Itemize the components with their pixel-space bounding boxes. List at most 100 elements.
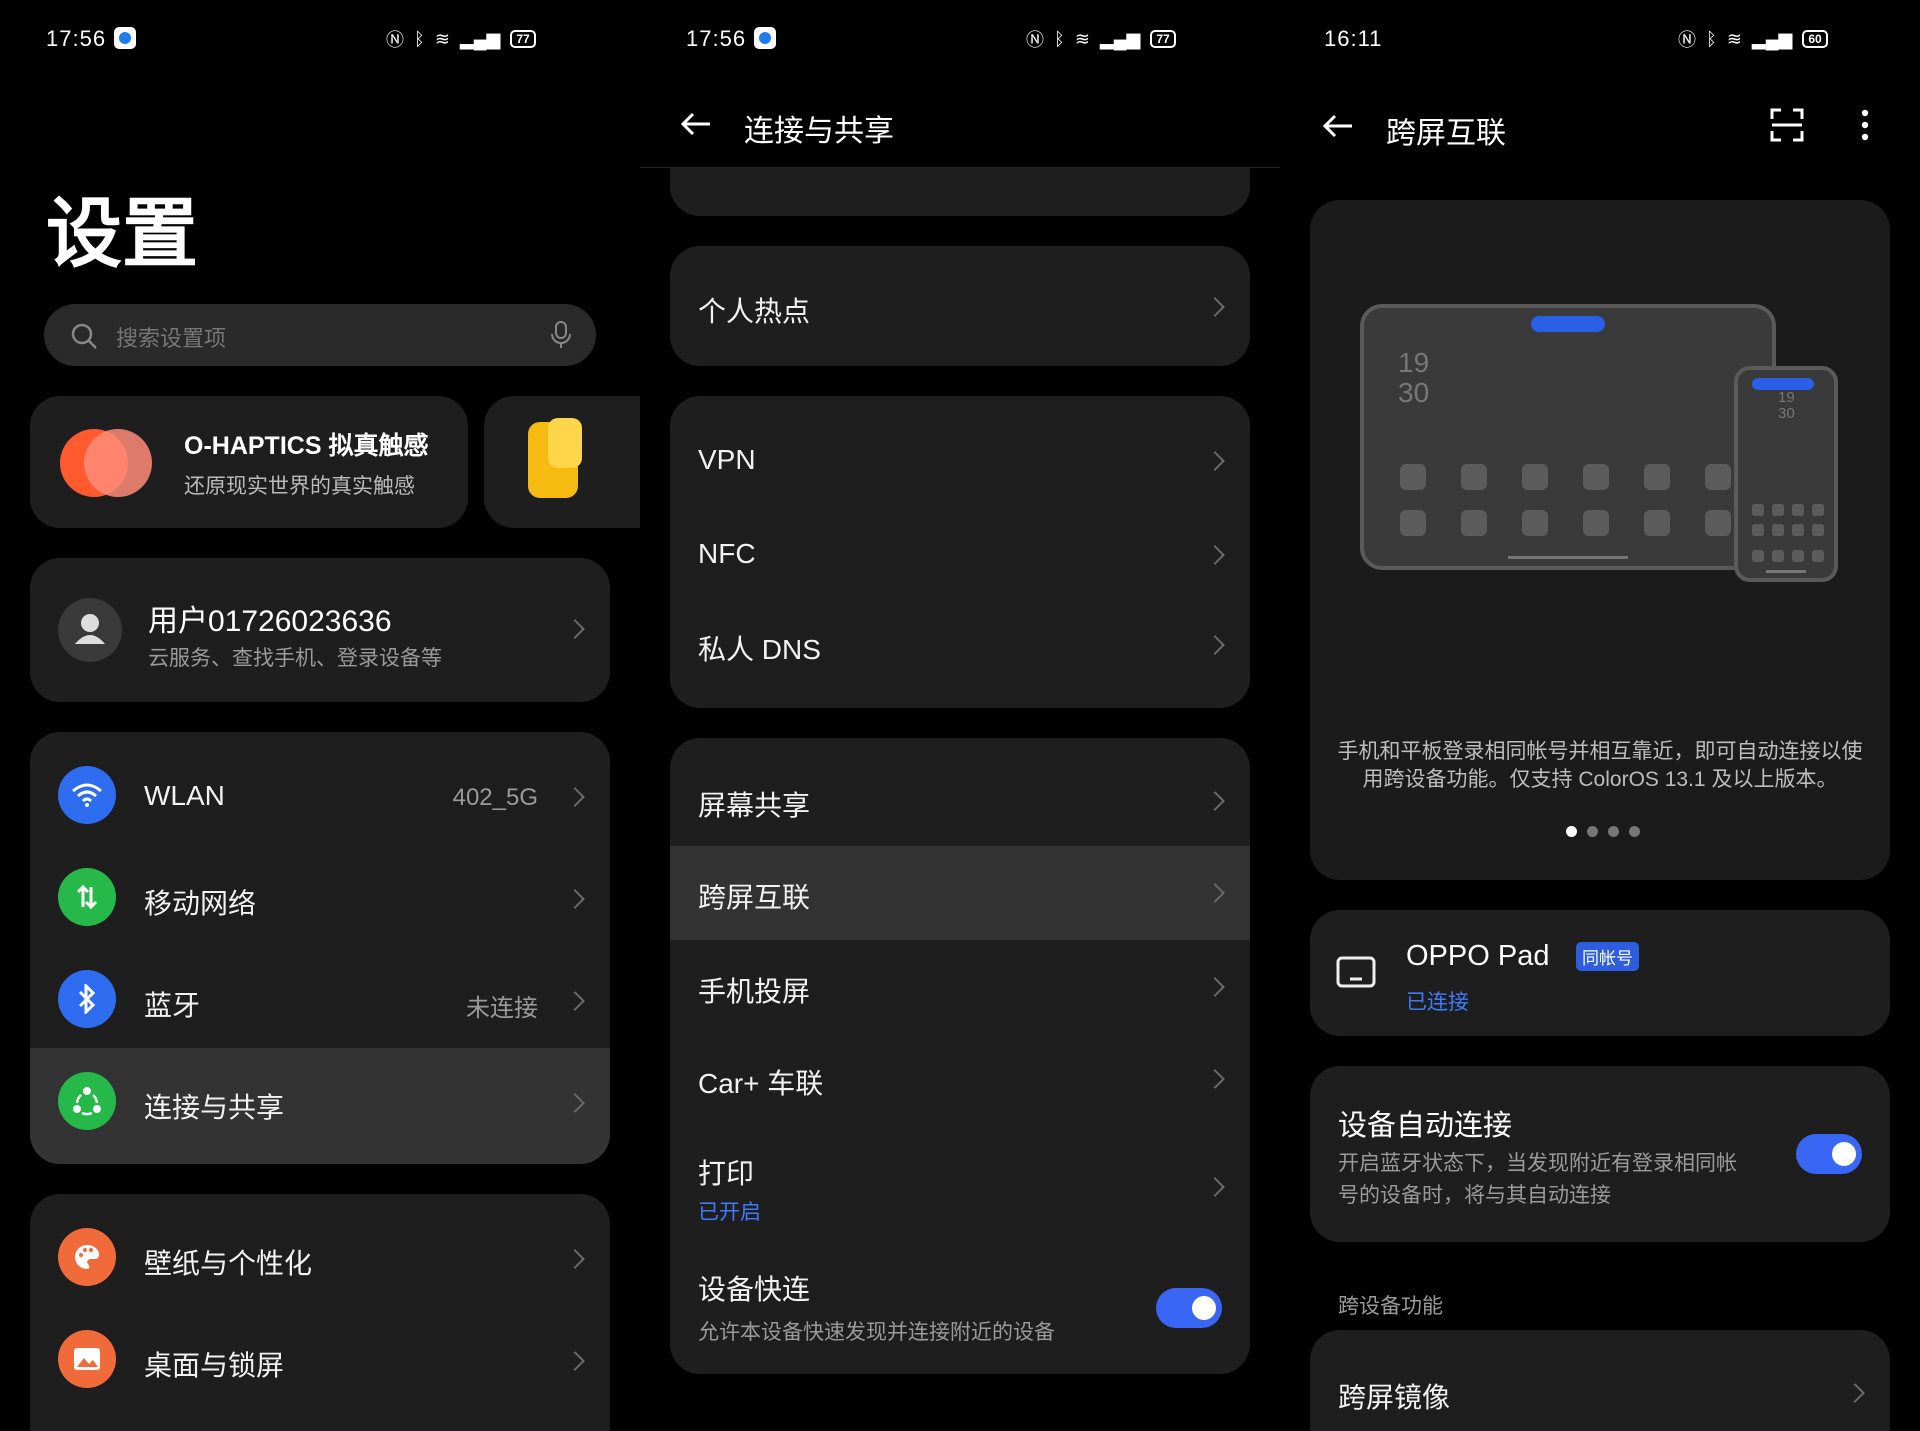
settings-item-wallpaper[interactable]: 壁纸与个性化 xyxy=(30,1194,610,1296)
settings-item-label: 蓝牙 xyxy=(144,990,201,1021)
tablet-icon xyxy=(1336,956,1376,988)
settings-item-label: 跨屏互联 xyxy=(698,882,811,913)
settings-item-connection-sharing[interactable]: 连接与共享 xyxy=(30,1048,610,1164)
page-title: 设置 xyxy=(46,192,198,277)
settings-item-cross-screen[interactable]: 跨屏互联 xyxy=(670,846,1250,940)
chevron-right-icon xyxy=(1205,545,1225,565)
chevron-right-icon xyxy=(565,889,585,909)
status-time: 17:56 xyxy=(686,26,747,51)
settings-item-screen-sharing[interactable]: 屏幕共享 xyxy=(670,738,1250,846)
chevron-right-icon xyxy=(1205,883,1225,903)
connection-sharing-panel: 17:56 Ⓝ ᛒ ≋ ▂▄▆ 77 连接与共享 个人热点 VPN NFC 私人… xyxy=(640,0,1280,1431)
account-card[interactable]: 用户01726023636 云服务、查找手机、登录设备等 xyxy=(30,558,610,702)
chevron-right-icon xyxy=(1205,297,1225,317)
chevron-right-icon xyxy=(1205,977,1225,997)
settings-item-bluetooth[interactable]: 蓝牙 未连接 xyxy=(30,936,610,1038)
chevron-right-icon xyxy=(1205,635,1225,655)
settings-item-quick-connect: 设备快连 允许本设备快速发现并连接附近的设备 xyxy=(670,1244,1250,1374)
signal-icon: ▂▄▆ xyxy=(459,28,501,49)
settings-item-phone-cast[interactable]: 手机投屏 xyxy=(670,940,1250,1034)
settings-item-label: 桌面与锁屏 xyxy=(144,1350,285,1381)
settings-item-screen-mirror[interactable]: 跨屏镜像 xyxy=(1310,1330,1890,1430)
nfc-icon: Ⓝ xyxy=(386,30,404,50)
picture-icon xyxy=(58,1330,116,1388)
quick-connect-toggle[interactable] xyxy=(1156,1288,1222,1328)
status-bar: 17:56 Ⓝ ᛒ ≋ ▂▄▆ 77 xyxy=(640,22,1280,56)
connected-device-card[interactable]: OPPO Pad 同帐号 已连接 xyxy=(1310,910,1890,1036)
battery-icon: 77 xyxy=(510,30,536,48)
settings-panel: 17:56 Ⓝ ᛒ ≋ ▂▄▆ 77 设置 搜索设置项 O-HAPTICS 拟真… xyxy=(0,0,640,1431)
chevron-right-icon xyxy=(565,1093,585,1113)
top-app-bar: 连接与共享 xyxy=(640,80,1280,168)
print-status: 已开启 xyxy=(698,1201,761,1224)
more-options-icon[interactable] xyxy=(1860,108,1870,142)
settings-item-vpn[interactable]: VPN xyxy=(670,396,1250,500)
share-icon xyxy=(58,1072,116,1130)
settings-item-hotspot[interactable]: 个人热点 xyxy=(670,246,1250,366)
network-card: VPN NFC 私人 DNS xyxy=(670,396,1250,708)
device-name: OPPO Pad xyxy=(1406,940,1550,972)
promo-subtitle: 还原现实世界的真实触感 xyxy=(184,475,415,498)
settings-item-print[interactable]: 打印 已开启 xyxy=(670,1128,1250,1244)
settings-item-wlan[interactable]: WLAN 402_5G xyxy=(30,732,610,834)
settings-item-desktop-lockscreen[interactable]: 桌面与锁屏 xyxy=(30,1296,610,1398)
cross-device-features-card: 跨屏镜像 xyxy=(1310,1330,1890,1431)
chevron-right-icon xyxy=(565,991,585,1011)
pager-dot xyxy=(1629,826,1640,837)
settings-item-label: Car+ 车联 xyxy=(698,1068,824,1099)
chevron-right-icon xyxy=(1205,451,1225,471)
page-title: 跨屏互联 xyxy=(1386,117,1506,150)
promo-card-2[interactable] xyxy=(484,396,640,528)
avatar xyxy=(58,598,122,662)
intro-carousel-card[interactable]: 19 30 19 30 手机和平板登录相同帐号并相互靠近，即可自动连接以使 用跨… xyxy=(1310,200,1890,880)
haptics-promo-card[interactable]: O-HAPTICS 拟真触感 还原现实世界的真实触感 xyxy=(30,396,468,528)
chevron-right-icon xyxy=(1845,1383,1865,1403)
carousel-pager[interactable] xyxy=(1566,826,1640,837)
hotspot-card: 个人热点 xyxy=(670,246,1250,366)
wifi-status-icon: ≋ xyxy=(1074,28,1090,49)
search-bar[interactable]: 搜索设置项 xyxy=(44,304,596,366)
cross-screen-panel: 16:11 Ⓝ ᛒ ≋ ▂▄▆ 60 跨屏互联 19 30 19 30 手机和平… xyxy=(1280,0,1920,1431)
settings-item-label: 屏幕共享 xyxy=(698,790,811,821)
bluetooth-status-icon: ᛒ xyxy=(414,28,425,49)
intro-description: 手机和平板登录相同帐号并相互靠近，即可自动连接以使 用跨设备功能。仅支持 Col… xyxy=(1337,740,1863,791)
back-arrow-icon[interactable] xyxy=(1322,114,1354,138)
phone-clock-minute: 30 xyxy=(1778,405,1795,422)
section-header: 跨设备功能 xyxy=(1338,1295,1443,1318)
settings-item-label: 打印 xyxy=(698,1158,755,1189)
auto-connect-label: 设备自动连接 xyxy=(1338,1110,1513,1142)
status-bar: 17:56 Ⓝ ᛒ ≋ ▂▄▆ 77 xyxy=(0,22,640,56)
back-arrow-icon[interactable] xyxy=(680,112,712,136)
status-time: 16:11 xyxy=(1324,26,1383,51)
account-subtitle: 云服务、查找手机、登录设备等 xyxy=(148,647,442,670)
settings-item-private-dns[interactable]: 私人 DNS xyxy=(670,594,1250,708)
app-notification-icon xyxy=(114,27,136,49)
microphone-icon[interactable] xyxy=(550,320,572,350)
signal-icon: ▂▄▆ xyxy=(1099,28,1141,49)
settings-item-label: 连接与共享 xyxy=(144,1092,285,1123)
chevron-right-icon xyxy=(1205,1069,1225,1089)
nfc-icon: Ⓝ xyxy=(1026,30,1044,50)
chevron-right-icon xyxy=(1205,791,1225,811)
settings-item-mobile-network[interactable]: 移动网络 xyxy=(30,834,610,936)
auto-connect-description: 开启蓝牙状态下，当发现附近有登录相同帐 号的设备时，将与其自动连接 xyxy=(1338,1152,1737,1207)
phone-clock-hour: 19 xyxy=(1778,389,1795,406)
settings-item-label: NFC xyxy=(698,538,756,569)
status-time: 17:56 xyxy=(46,26,107,51)
wifi-status-icon: ≋ xyxy=(434,28,450,49)
app-notification-icon xyxy=(754,27,776,49)
chevron-right-icon xyxy=(565,787,585,807)
status-icons: Ⓝ ᛒ ≋ ▂▄▆ 60 xyxy=(1678,26,1828,52)
settings-item-label: 跨屏镜像 xyxy=(1338,1382,1451,1413)
bluetooth-status-icon: ᛒ xyxy=(1054,28,1065,49)
auto-connect-card: 设备自动连接 开启蓝牙状态下，当发现附近有登录相同帐 号的设备时，将与其自动连接 xyxy=(1310,1066,1890,1242)
auto-connect-toggle[interactable] xyxy=(1796,1134,1862,1174)
chevron-right-icon xyxy=(1205,1177,1225,1197)
settings-item-nfc[interactable]: NFC xyxy=(670,500,1250,594)
scan-icon[interactable] xyxy=(1770,108,1804,142)
settings-item-label: WLAN xyxy=(144,780,225,811)
battery-icon: 77 xyxy=(1150,30,1176,48)
settings-item-car-connect[interactable]: Car+ 车联 xyxy=(670,1034,1250,1128)
account-name: 用户01726023636 xyxy=(148,605,392,638)
network-settings-card: WLAN 402_5G 移动网络 蓝牙 未连接 连接与共享 xyxy=(30,732,610,1164)
